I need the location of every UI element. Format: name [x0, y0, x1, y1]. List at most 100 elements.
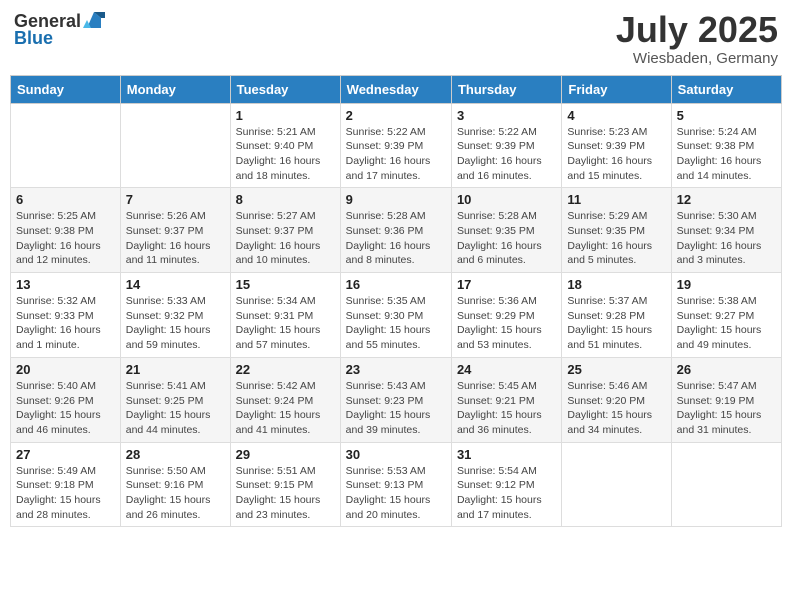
day-number: 13: [16, 277, 115, 292]
day-info: Sunrise: 5:49 AM Sunset: 9:18 PM Dayligh…: [16, 464, 115, 523]
calendar-day-cell: 5Sunrise: 5:24 AM Sunset: 9:38 PM Daylig…: [671, 103, 781, 188]
day-number: 24: [457, 362, 556, 377]
calendar-day-cell: 9 Sunrise: 5:28 AM Sunset: 9:36 PM Daylig…: [340, 188, 451, 273]
day-number: 8: [236, 192, 335, 207]
calendar-day-cell: 25 Sunrise: 5:46 AM Sunset: 9:20 PM Dayli…: [562, 357, 671, 442]
weekday-header-cell: Friday: [562, 75, 671, 103]
day-number: 22: [236, 362, 335, 377]
calendar-day-cell: 26 Sunrise: 5:47 AM Sunset: 9:19 PM Dayli…: [671, 357, 781, 442]
day-number: 23: [346, 362, 446, 377]
day-info: Sunrise: 5:51 AM Sunset: 9:15 PM Dayligh…: [236, 464, 335, 523]
calendar-day-cell: 31 Sunrise: 5:54 AM Sunset: 9:12 PM Dayli…: [451, 442, 561, 527]
logo-blue: Blue: [14, 28, 53, 49]
day-number: 20: [16, 362, 115, 377]
day-number: 15: [236, 277, 335, 292]
day-info: Sunrise: 5:25 AM Sunset: 9:38 PM Dayligh…: [16, 209, 115, 268]
title-block: July 2025 Wiesbaden, Germany: [616, 10, 778, 67]
day-info: Sunrise: 5:28 AM Sunset: 9:36 PM Dayligh…: [346, 209, 446, 268]
day-number: 2: [346, 108, 446, 123]
day-info: Sunrise: 5:53 AM Sunset: 9:13 PM Dayligh…: [346, 464, 446, 523]
calendar-day-cell: 15 Sunrise: 5:34 AM Sunset: 9:31 PM Dayli…: [230, 273, 340, 358]
calendar-day-cell: 21Sunrise: 5:41 AM Sunset: 9:25 PM Dayli…: [120, 357, 230, 442]
calendar-day-cell: 20 Sunrise: 5:40 AM Sunset: 9:26 PM Dayli…: [11, 357, 121, 442]
calendar-day-cell: 28 Sunrise: 5:50 AM Sunset: 9:16 PM Dayli…: [120, 442, 230, 527]
weekday-header-cell: Wednesday: [340, 75, 451, 103]
day-info: Sunrise: 5:40 AM Sunset: 9:26 PM Dayligh…: [16, 379, 115, 438]
day-info: Sunrise: 5:50 AM Sunset: 9:16 PM Dayligh…: [126, 464, 225, 523]
calendar-day-cell: 24 Sunrise: 5:45 AM Sunset: 9:21 PM Dayli…: [451, 357, 561, 442]
day-number: 3: [457, 108, 556, 123]
day-info: Sunrise: 5:29 AM Sunset: 9:35 PM Dayligh…: [567, 209, 665, 268]
calendar-week-row: 20 Sunrise: 5:40 AM Sunset: 9:26 PM Dayli…: [11, 357, 782, 442]
day-number: 29: [236, 447, 335, 462]
weekday-header-row: SundayMondayTuesdayWednesdayThursdayFrid…: [11, 75, 782, 103]
day-info: Sunrise: 5:21 AM Sunset: 9:40 PM Dayligh…: [236, 125, 335, 184]
day-number: 31: [457, 447, 556, 462]
calendar-day-cell: 3 Sunrise: 5:22 AM Sunset: 9:39 PM Daylig…: [451, 103, 561, 188]
day-number: 17: [457, 277, 556, 292]
day-number: 26: [677, 362, 776, 377]
calendar-day-cell: 1 Sunrise: 5:21 AM Sunset: 9:40 PM Daylig…: [230, 103, 340, 188]
day-number: 4: [567, 108, 665, 123]
calendar-day-cell: [671, 442, 781, 527]
day-info: Sunrise: 5:45 AM Sunset: 9:21 PM Dayligh…: [457, 379, 556, 438]
day-info: Sunrise: 5:28 AM Sunset: 9:35 PM Dayligh…: [457, 209, 556, 268]
calendar-day-cell: 17 Sunrise: 5:36 AM Sunset: 9:29 PM Dayli…: [451, 273, 561, 358]
calendar-day-cell: 16Sunrise: 5:35 AM Sunset: 9:30 PM Dayli…: [340, 273, 451, 358]
day-info: Sunrise: 5:38 AM Sunset: 9:27 PM Dayligh…: [677, 294, 776, 353]
calendar-week-row: 27 Sunrise: 5:49 AM Sunset: 9:18 PM Dayli…: [11, 442, 782, 527]
day-number: 19: [677, 277, 776, 292]
logo-icon: [83, 10, 105, 32]
day-number: 18: [567, 277, 665, 292]
day-number: 9: [346, 192, 446, 207]
day-info: Sunrise: 5:47 AM Sunset: 9:19 PM Dayligh…: [677, 379, 776, 438]
day-info: Sunrise: 5:30 AM Sunset: 9:34 PM Dayligh…: [677, 209, 776, 268]
day-info: Sunrise: 5:33 AM Sunset: 9:32 PM Dayligh…: [126, 294, 225, 353]
calendar-day-cell: 11 Sunrise: 5:29 AM Sunset: 9:35 PM Dayli…: [562, 188, 671, 273]
day-info: Sunrise: 5:42 AM Sunset: 9:24 PM Dayligh…: [236, 379, 335, 438]
calendar-day-cell: 29 Sunrise: 5:51 AM Sunset: 9:15 PM Dayli…: [230, 442, 340, 527]
location-subtitle: Wiesbaden, Germany: [616, 50, 778, 67]
day-number: 11: [567, 192, 665, 207]
day-number: 6: [16, 192, 115, 207]
calendar-table: SundayMondayTuesdayWednesdayThursdayFrid…: [10, 75, 782, 528]
calendar-day-cell: 10Sunrise: 5:28 AM Sunset: 9:35 PM Dayli…: [451, 188, 561, 273]
day-info: Sunrise: 5:22 AM Sunset: 9:39 PM Dayligh…: [346, 125, 446, 184]
calendar-day-cell: 22 Sunrise: 5:42 AM Sunset: 9:24 PM Dayli…: [230, 357, 340, 442]
day-number: 16: [346, 277, 446, 292]
calendar-day-cell: 6 Sunrise: 5:25 AM Sunset: 9:38 PM Daylig…: [11, 188, 121, 273]
day-number: 1: [236, 108, 335, 123]
month-title: July 2025: [616, 10, 778, 50]
day-number: 21: [126, 362, 225, 377]
page-header: General Blue July 2025 Wiesbaden, German…: [10, 10, 782, 67]
day-number: 14: [126, 277, 225, 292]
calendar-body: 1 Sunrise: 5:21 AM Sunset: 9:40 PM Daylig…: [11, 103, 782, 527]
day-info: Sunrise: 5:37 AM Sunset: 9:28 PM Dayligh…: [567, 294, 665, 353]
weekday-header-cell: Tuesday: [230, 75, 340, 103]
day-info: Sunrise: 5:54 AM Sunset: 9:12 PM Dayligh…: [457, 464, 556, 523]
calendar-week-row: 1 Sunrise: 5:21 AM Sunset: 9:40 PM Daylig…: [11, 103, 782, 188]
day-number: 28: [126, 447, 225, 462]
calendar-day-cell: 27 Sunrise: 5:49 AM Sunset: 9:18 PM Dayli…: [11, 442, 121, 527]
calendar-week-row: 13 Sunrise: 5:32 AM Sunset: 9:33 PM Dayli…: [11, 273, 782, 358]
weekday-header-cell: Monday: [120, 75, 230, 103]
day-info: Sunrise: 5:34 AM Sunset: 9:31 PM Dayligh…: [236, 294, 335, 353]
day-info: Sunrise: 5:32 AM Sunset: 9:33 PM Dayligh…: [16, 294, 115, 353]
day-info: Sunrise: 5:26 AM Sunset: 9:37 PM Dayligh…: [126, 209, 225, 268]
weekday-header-cell: Thursday: [451, 75, 561, 103]
day-number: 12: [677, 192, 776, 207]
day-info: Sunrise: 5:36 AM Sunset: 9:29 PM Dayligh…: [457, 294, 556, 353]
day-info: Sunrise: 5:46 AM Sunset: 9:20 PM Dayligh…: [567, 379, 665, 438]
calendar-day-cell: 30Sunrise: 5:53 AM Sunset: 9:13 PM Dayli…: [340, 442, 451, 527]
calendar-day-cell: 18 Sunrise: 5:37 AM Sunset: 9:28 PM Dayli…: [562, 273, 671, 358]
calendar-day-cell: 23 Sunrise: 5:43 AM Sunset: 9:23 PM Dayli…: [340, 357, 451, 442]
day-info: Sunrise: 5:22 AM Sunset: 9:39 PM Dayligh…: [457, 125, 556, 184]
weekday-header-cell: Saturday: [671, 75, 781, 103]
calendar-day-cell: [11, 103, 121, 188]
calendar-day-cell: 2 Sunrise: 5:22 AM Sunset: 9:39 PM Daylig…: [340, 103, 451, 188]
day-number: 5: [677, 108, 776, 123]
day-info: Sunrise: 5:43 AM Sunset: 9:23 PM Dayligh…: [346, 379, 446, 438]
day-number: 25: [567, 362, 665, 377]
day-number: 27: [16, 447, 115, 462]
calendar-day-cell: [120, 103, 230, 188]
